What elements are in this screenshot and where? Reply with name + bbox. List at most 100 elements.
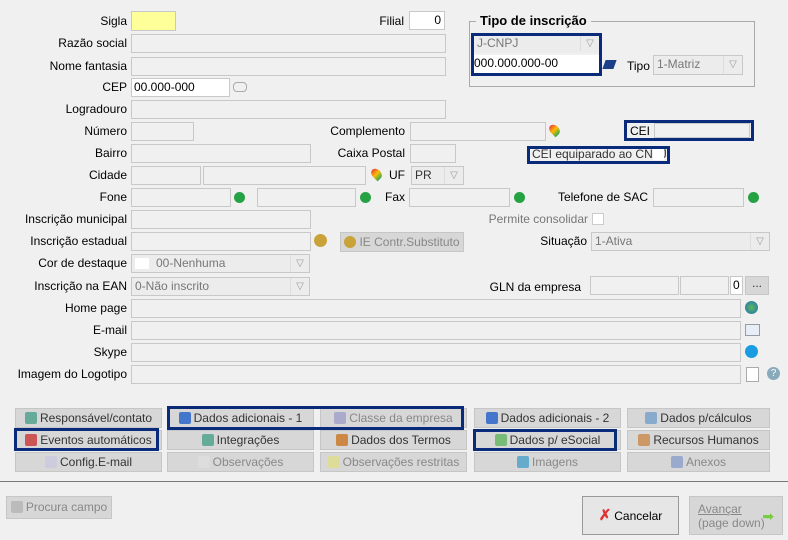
button-icon — [197, 456, 210, 468]
whatsapp-icon[interactable] — [514, 192, 525, 203]
ean-select[interactable]: 0-Não inscrito ▽ — [131, 277, 310, 296]
button-dados-adicionais-2[interactable]: Dados adicionais - 2 — [474, 408, 621, 428]
whatsapp-icon[interactable] — [234, 192, 245, 203]
logo-label: Imagem do Logotipo — [17, 367, 127, 381]
inscricao-tipo-select[interactable]: J-CNPJ ▽ — [474, 36, 599, 53]
avancar-label: Avançar — [698, 502, 742, 516]
skype-label: Skype — [93, 345, 127, 359]
sigla-label: Sigla — [100, 14, 127, 28]
home-input[interactable] — [131, 299, 741, 318]
avancar-button[interactable]: Avançar (page down) ➡ — [689, 496, 783, 535]
uf-label: UF — [389, 168, 405, 182]
tipo-select[interactable]: 1-Matriz ▽ — [653, 55, 743, 75]
link-icon[interactable] — [314, 234, 327, 247]
highlight-box — [14, 428, 159, 451]
tipo-inscricao-title: Tipo de inscrição — [476, 13, 591, 28]
skype-icon[interactable] — [745, 345, 758, 358]
separator — [0, 481, 788, 482]
button-observac-o-es-restritas[interactable]: Observações restritas — [320, 452, 467, 472]
button-dados-p-ca-lculos[interactable]: Dados p/cálculos — [627, 408, 770, 428]
button-observac-o-es[interactable]: Observações — [167, 452, 314, 472]
procura-label: Procura campo — [25, 500, 108, 514]
avancar-hint: (page down) — [698, 516, 765, 530]
logradouro-input[interactable] — [131, 100, 446, 119]
chevron-down-icon: ▽ — [723, 56, 742, 74]
cancelar-label: Cancelar — [614, 509, 663, 523]
search-cep-icon[interactable] — [233, 82, 247, 92]
fone2-input[interactable] — [257, 188, 356, 207]
cancelar-button[interactable]: ✗ Cancelar — [582, 496, 679, 535]
bairro-input[interactable] — [131, 144, 311, 163]
help-icon[interactable]: ? — [767, 367, 780, 380]
chevron-down-icon: ▽ — [290, 278, 309, 295]
gln-input[interactable] — [590, 276, 679, 295]
cor-select[interactable]: 00-Nenhuma ▽ — [131, 254, 310, 273]
map-pin-icon[interactable] — [547, 122, 562, 138]
ie-substituto-button[interactable]: IE Contr.Substituto — [340, 232, 464, 252]
button-icon — [516, 456, 529, 468]
cei-equiparado-checkbox[interactable] — [653, 149, 664, 160]
fone-input[interactable] — [131, 188, 231, 207]
button-dados-dos-termos[interactable]: Dados dos Termos — [320, 430, 467, 450]
file-icon[interactable] — [746, 367, 759, 382]
whatsapp-icon[interactable] — [748, 192, 759, 203]
button-icon — [670, 456, 683, 468]
skype-input[interactable] — [131, 343, 741, 362]
button-responsa-vel-contato[interactable]: Responsável/contato — [15, 408, 162, 428]
caixa-input[interactable] — [410, 144, 456, 163]
button-label: Dados adicionais - 2 — [500, 411, 610, 425]
fantasia-input[interactable] — [131, 57, 446, 76]
button-icon — [485, 412, 498, 424]
insc-est-input[interactable] — [131, 232, 311, 251]
insc-mun-input[interactable] — [131, 210, 311, 229]
map-pin-icon[interactable] — [369, 166, 384, 182]
procura-campo-button[interactable]: Procura campo — [6, 496, 112, 519]
home-label: Home page — [64, 301, 127, 315]
inscricao-numero-input[interactable]: 000.000.000-00 — [474, 55, 599, 73]
button-anexos[interactable]: Anexos — [627, 452, 770, 472]
numero-input[interactable] — [131, 122, 194, 141]
razao-input[interactable] — [131, 34, 446, 53]
gln-digit[interactable]: 0 — [730, 276, 743, 295]
uf-select[interactable]: PR ▽ — [411, 166, 464, 185]
cep-input[interactable]: 00.000-000 — [131, 78, 230, 97]
highlight-box — [167, 406, 464, 430]
fone-label: Fone — [99, 190, 127, 204]
fax-input[interactable] — [409, 188, 510, 207]
button-label: Recursos Humanos — [653, 433, 759, 447]
situacao-select[interactable]: 1-Ativa ▽ — [591, 232, 770, 251]
gln-input-2[interactable] — [680, 276, 729, 295]
gln-more-button[interactable]: ... — [745, 276, 769, 295]
complemento-input[interactable] — [410, 122, 546, 141]
chevron-down-icon: ▽ — [444, 167, 463, 184]
button-imagens[interactable]: Imagens — [474, 452, 621, 472]
button-icon — [645, 412, 658, 424]
fax-label: Fax — [384, 190, 405, 204]
logo-input[interactable] — [131, 365, 741, 384]
button-label: Responsável/contato — [39, 411, 153, 425]
tipo-value: 1-Matriz — [657, 57, 701, 71]
button-config-e-mail[interactable]: Config.E-mail — [15, 452, 162, 472]
insc-est-label: Inscrição estadual — [30, 234, 127, 248]
consolidar-checkbox[interactable] — [592, 213, 604, 225]
email-input[interactable] — [131, 321, 741, 340]
whatsapp-icon[interactable] — [360, 192, 371, 203]
button-integrac-o-es[interactable]: Integrações — [167, 430, 314, 450]
chevron-down-icon: ▽ — [750, 233, 769, 250]
complemento-label: Complemento — [330, 124, 405, 138]
filial-input[interactable]: 0 — [409, 11, 445, 30]
cei-input[interactable] — [654, 123, 750, 138]
bairro-label: Bairro — [94, 146, 127, 160]
button-label: Integrações — [216, 433, 280, 447]
button-recursos-humanos[interactable]: Recursos Humanos — [627, 430, 770, 450]
cidade-input[interactable] — [203, 166, 366, 185]
email-icon[interactable] — [745, 324, 760, 336]
arrow-right-icon: ➡ — [762, 508, 774, 524]
sigla-input[interactable] — [131, 11, 176, 31]
cidade-label: Cidade — [88, 168, 127, 182]
situacao-value: 1-Ativa — [595, 234, 633, 248]
button-label: Dados p/cálculos — [660, 411, 752, 425]
cidade-code-input[interactable] — [131, 166, 201, 185]
sac-input[interactable] — [653, 188, 744, 207]
globe-icon[interactable] — [745, 301, 758, 314]
